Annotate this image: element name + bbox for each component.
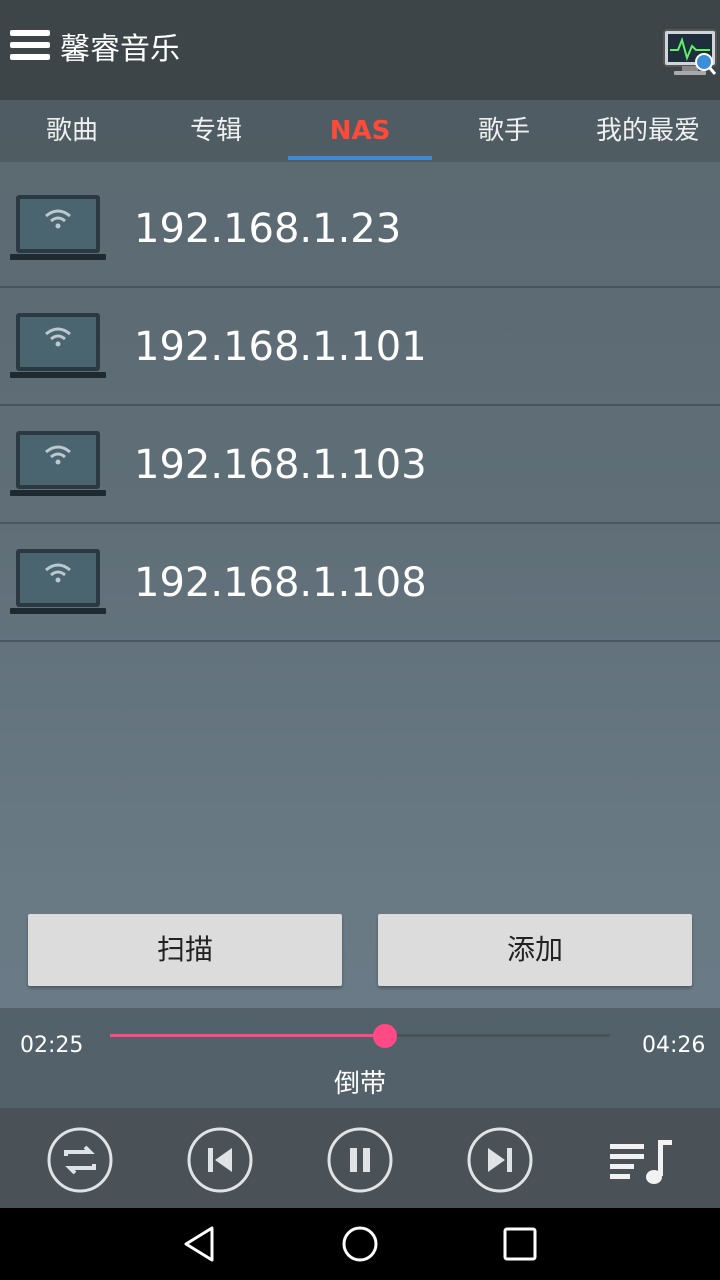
laptop-wifi-icon bbox=[10, 549, 106, 614]
elapsed-time: 02:25 bbox=[20, 1033, 84, 1058]
recents-icon[interactable] bbox=[500, 1224, 540, 1264]
playlist-icon[interactable] bbox=[606, 1126, 674, 1194]
list-item[interactable]: 192.168.1.23 bbox=[0, 170, 720, 288]
repeat-icon[interactable] bbox=[46, 1126, 114, 1194]
tab-favorites[interactable]: 我的最爱 bbox=[576, 100, 720, 162]
nas-ip-label: 192.168.1.101 bbox=[134, 324, 427, 370]
list-item[interactable]: 192.168.1.103 bbox=[0, 406, 720, 524]
total-duration: 04:26 bbox=[642, 1033, 706, 1058]
hamburger-menu-icon[interactable] bbox=[10, 30, 50, 66]
laptop-wifi-icon bbox=[10, 313, 106, 378]
app-bar: 馨睿音乐 bbox=[0, 0, 720, 100]
tab-nas[interactable]: NAS bbox=[288, 100, 432, 162]
nas-ip-label: 192.168.1.103 bbox=[134, 442, 427, 488]
tab-songs[interactable]: 歌曲 bbox=[0, 100, 144, 162]
laptop-wifi-icon bbox=[10, 431, 106, 496]
back-icon[interactable] bbox=[180, 1224, 220, 1264]
song-title: 倒带 bbox=[333, 1069, 386, 1099]
list-item[interactable]: 192.168.1.101 bbox=[0, 288, 720, 406]
tab-artists[interactable]: 歌手 bbox=[432, 100, 576, 162]
tab-bar: 歌曲 专辑 NAS 歌手 我的最爱 bbox=[0, 100, 720, 162]
tab-indicator bbox=[288, 156, 432, 160]
progress-slider[interactable] bbox=[110, 1034, 610, 1037]
tab-albums[interactable]: 专辑 bbox=[144, 100, 288, 162]
next-icon[interactable] bbox=[466, 1126, 534, 1194]
system-nav-bar bbox=[0, 1208, 720, 1280]
nas-device-list: 192.168.1.23 192.168.1.101 192.168.1.103 bbox=[0, 170, 720, 642]
pause-icon[interactable] bbox=[326, 1126, 394, 1194]
nas-ip-label: 192.168.1.108 bbox=[134, 560, 427, 606]
laptop-wifi-icon bbox=[10, 195, 106, 260]
scan-button[interactable]: 扫描 bbox=[28, 914, 342, 986]
progress-fill bbox=[110, 1034, 385, 1037]
playback-controls bbox=[0, 1108, 720, 1208]
app-title: 馨睿音乐 bbox=[60, 32, 180, 67]
previous-icon[interactable] bbox=[186, 1126, 254, 1194]
list-item[interactable]: 192.168.1.108 bbox=[0, 524, 720, 642]
nas-ip-label: 192.168.1.23 bbox=[134, 206, 402, 252]
add-button[interactable]: 添加 bbox=[378, 914, 692, 986]
home-icon[interactable] bbox=[340, 1224, 380, 1264]
monitor-icon[interactable] bbox=[662, 24, 718, 80]
progress-thumb[interactable] bbox=[373, 1024, 397, 1048]
